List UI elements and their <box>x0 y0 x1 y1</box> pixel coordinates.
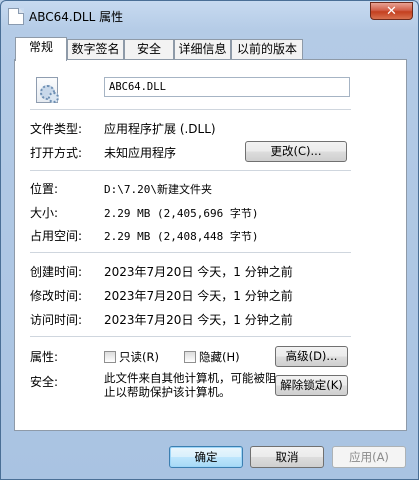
security-label: 安全: <box>30 375 59 389</box>
change-button[interactable]: 更改(C)... <box>245 141 347 162</box>
created-label: 创建时间: <box>30 265 83 279</box>
file-name-field[interactable]: ABC64.DLL <box>104 77 350 97</box>
hidden-label[interactable]: 隐藏(H) <box>199 349 240 365</box>
location-value: D:\7.20\新建文件夹 <box>104 183 212 196</box>
dll-file-icon <box>36 77 59 103</box>
close-icon: ✕ <box>386 3 397 19</box>
location-label: 位置: <box>30 182 59 196</box>
attributes-label: 属性: <box>30 350 59 364</box>
file-icon <box>8 8 24 25</box>
advanced-button[interactable]: 高级(D)... <box>275 346 348 367</box>
properties-window: ABC64.DLL 属性 ✕ 常规 数字签名 安全 详细信息 以前的版本 ABC… <box>0 0 419 480</box>
readonly-label[interactable]: 只读(R) <box>119 349 159 365</box>
opens-with-value: 未知应用程序 <box>104 146 177 160</box>
hidden-checkbox[interactable] <box>184 351 196 363</box>
accessed-value: 2023年7月20日 今天，1 分钟之前 <box>104 313 293 327</box>
general-tab-panel: ABC64.DLL 文件类型: 应用程序扩展 (.DLL) 打开方式: 未知应用… <box>14 59 407 431</box>
apply-button[interactable]: 应用(A) <box>332 446 406 468</box>
file-type-label: 文件类型: <box>30 122 83 136</box>
size-label: 大小: <box>30 206 59 220</box>
tab-previous-versions[interactable]: 以前的版本 <box>231 39 303 59</box>
ok-button[interactable]: 确定 <box>169 446 243 468</box>
file-type-value: 应用程序扩展 (.DLL) <box>104 122 216 136</box>
readonly-checkbox[interactable] <box>104 351 116 363</box>
separator <box>30 170 351 171</box>
size-value: 2.29 MB (2,405,696 字节) <box>104 207 259 220</box>
security-warning-text: 此文件来自其他计算机，可能被阻止以帮助保护该计算机。 <box>104 371 277 399</box>
tab-security[interactable]: 安全 <box>124 39 174 59</box>
separator <box>30 109 351 110</box>
title-bar[interactable]: ABC64.DLL 属性 ✕ <box>1 1 418 31</box>
close-button[interactable]: ✕ <box>370 2 413 20</box>
separator <box>30 336 351 337</box>
created-value: 2023年7月20日 今天，1 分钟之前 <box>104 265 293 279</box>
size-on-disk-value: 2.29 MB (2,408,448 字节) <box>104 230 259 243</box>
modified-value: 2023年7月20日 今天，1 分钟之前 <box>104 289 293 303</box>
modified-label: 修改时间: <box>30 289 83 303</box>
tab-details[interactable]: 详细信息 <box>174 39 231 59</box>
window-title: ABC64.DLL 属性 <box>29 10 124 24</box>
unblock-button[interactable]: 解除锁定(K) <box>275 375 348 396</box>
cancel-button[interactable]: 取消 <box>250 446 324 468</box>
tab-general[interactable]: 常规 <box>15 37 67 61</box>
tab-digital-signatures[interactable]: 数字签名 <box>67 39 124 59</box>
opens-with-label: 打开方式: <box>30 146 83 160</box>
separator <box>30 252 351 253</box>
accessed-label: 访问时间: <box>30 313 83 327</box>
size-on-disk-label: 占用空间: <box>30 229 83 243</box>
